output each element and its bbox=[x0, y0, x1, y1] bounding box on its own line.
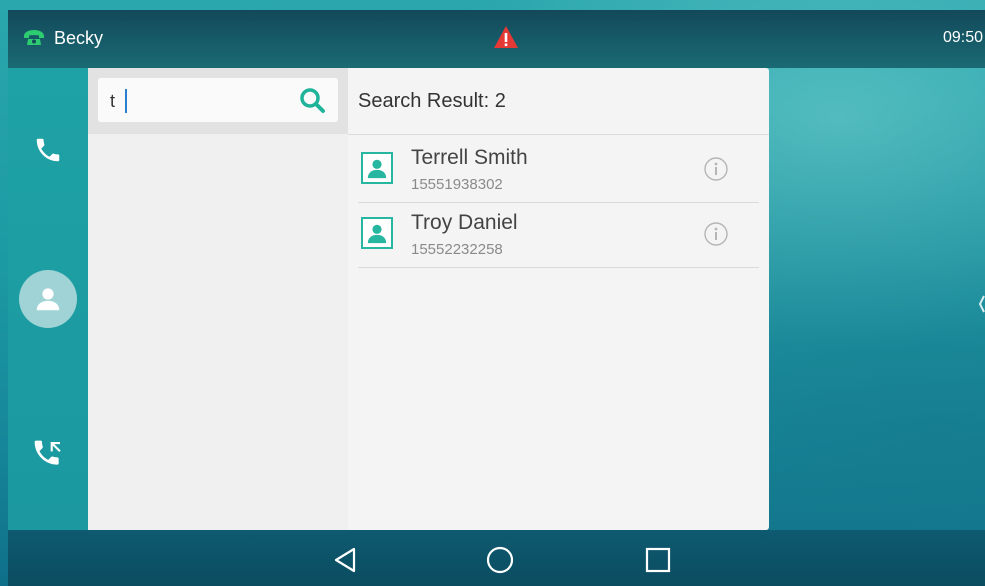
contact-name: Troy Daniel bbox=[411, 211, 518, 234]
contact-avatar-icon bbox=[361, 217, 393, 249]
edge-handle-icon[interactable] bbox=[979, 294, 985, 314]
search-icon[interactable] bbox=[298, 86, 326, 114]
navigation-bar bbox=[8, 530, 985, 586]
contacts-icon bbox=[36, 288, 60, 311]
account-name: Becky bbox=[54, 27, 104, 48]
contact-row[interactable]: Terrell Smith 15551938302 bbox=[358, 138, 759, 203]
contact-number: 15552232258 bbox=[411, 241, 503, 258]
status-bar: Becky 09:50 bbox=[8, 10, 985, 68]
nav-calls[interactable] bbox=[8, 130, 88, 170]
contact-number: 15551938302 bbox=[411, 176, 503, 193]
contact-avatar-icon bbox=[361, 152, 393, 184]
search-box[interactable] bbox=[98, 78, 338, 122]
text-cursor bbox=[125, 89, 127, 113]
search-bar bbox=[88, 68, 348, 134]
call-history-icon bbox=[34, 440, 61, 465]
search-input[interactable] bbox=[108, 87, 282, 115]
search-panel bbox=[88, 68, 348, 530]
account-indicator: Becky bbox=[22, 26, 103, 50]
nav-call-history[interactable] bbox=[8, 432, 88, 476]
recent-apps-icon[interactable] bbox=[642, 544, 674, 576]
home-icon[interactable] bbox=[484, 544, 516, 576]
info-icon[interactable] bbox=[703, 156, 729, 182]
contacts-active-indicator bbox=[19, 270, 77, 328]
nav-contacts[interactable] bbox=[8, 268, 88, 330]
info-icon[interactable] bbox=[703, 221, 729, 247]
back-icon[interactable] bbox=[330, 544, 362, 576]
results-panel: Search Result: 2 Terrell Smith 155519383… bbox=[348, 68, 769, 530]
contact-row[interactable]: Troy Daniel 15552232258 bbox=[358, 203, 759, 268]
results-title: Search Result: 2 bbox=[358, 90, 506, 112]
contact-name: Terrell Smith bbox=[411, 146, 528, 169]
alert-triangle-icon[interactable] bbox=[492, 24, 520, 50]
phone-handset-icon bbox=[24, 30, 44, 45]
clock: 09:50 bbox=[942, 29, 983, 46]
phone-icon bbox=[36, 138, 60, 162]
left-nav bbox=[8, 68, 88, 530]
results-header: Search Result: 2 bbox=[348, 68, 769, 135]
